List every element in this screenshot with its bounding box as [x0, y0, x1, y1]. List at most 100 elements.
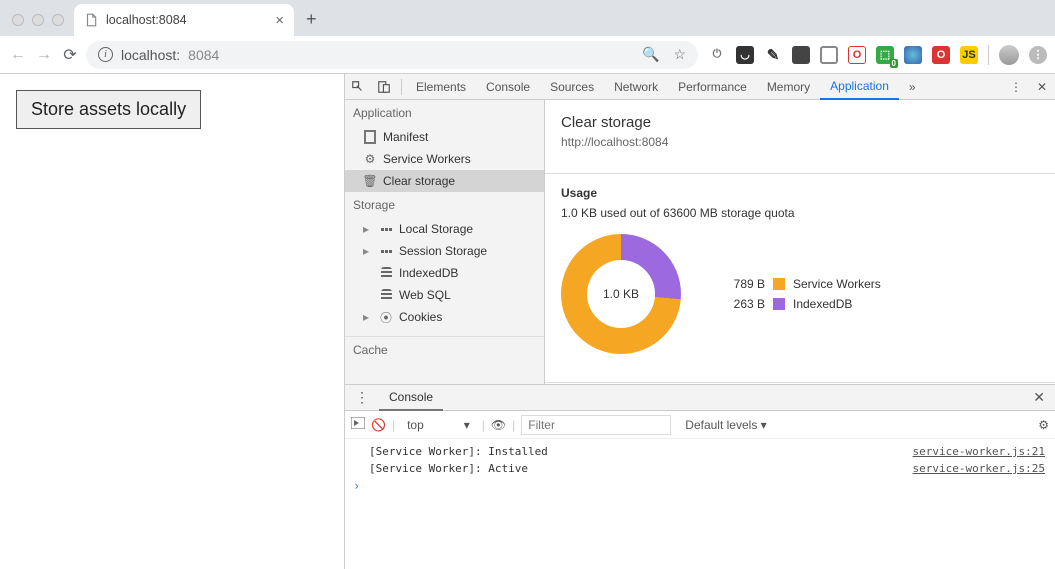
sidebar-item-label: Web SQL — [399, 288, 451, 302]
expand-caret-icon[interactable]: ▸ — [363, 244, 373, 258]
window-controls — [8, 14, 74, 36]
sidebar-item-label: IndexedDB — [399, 266, 458, 280]
pocket-icon[interactable]: ◡ — [736, 46, 754, 64]
expand-caret-icon[interactable]: ▸ — [363, 310, 373, 324]
console-row: [Service Worker]: Active service-worker.… — [345, 460, 1055, 477]
browser-tab[interactable]: localhost:8084 × — [74, 4, 294, 36]
ext-badge-icon[interactable]: ⬚0 — [876, 46, 894, 64]
log-levels-selector[interactable]: Default levels ▾ — [685, 418, 766, 432]
ext-icon-3[interactable] — [904, 46, 922, 64]
js-icon[interactable]: JS — [960, 46, 978, 64]
back-button[interactable]: ← — [8, 45, 28, 65]
console-message: [Service Worker]: Active — [369, 462, 528, 475]
chart-legend: 789 B Service Workers 263 B IndexedDB — [717, 274, 881, 314]
database-icon — [379, 288, 393, 302]
url-port: 8084 — [188, 47, 219, 63]
live-expression-icon[interactable]: 👁 — [491, 418, 506, 432]
console-sidebar-toggle-icon[interactable] — [351, 417, 365, 432]
usage-summary: 1.0 KB used out of 63600 MB storage quot… — [561, 206, 1039, 220]
console-message: [Service Worker]: Installed — [369, 445, 548, 458]
browser-chrome: localhost:8084 × + ← → ⟳ i localhost:808… — [0, 0, 1055, 74]
power-icon[interactable]: ⏻ — [708, 46, 726, 64]
sidebar-item-session-storage[interactable]: ▸ Session Storage — [345, 240, 544, 262]
legend-swatch — [773, 278, 785, 290]
expand-caret-icon — [363, 288, 373, 302]
dropper-icon[interactable]: ✎ — [764, 46, 782, 64]
profile-avatar[interactable] — [999, 45, 1019, 65]
drawer-tab-console[interactable]: Console — [379, 385, 443, 411]
sidebar-item-label: Local Storage — [399, 222, 473, 236]
context-selector[interactable]: top▾ — [401, 418, 476, 432]
console-prompt[interactable]: › — [345, 477, 1055, 495]
drawer-menu-icon[interactable]: ⋮ — [345, 389, 379, 406]
new-tab-button[interactable]: + — [294, 9, 329, 36]
menu-icon[interactable]: ⋮ — [1029, 46, 1047, 64]
legend-value: 263 B — [717, 297, 765, 311]
tab-overflow[interactable]: » — [899, 74, 926, 100]
forward-button[interactable]: → — [34, 45, 54, 65]
bookmark-icon[interactable]: ☆ — [673, 46, 686, 63]
sidebar-section-application: Application — [345, 100, 544, 126]
sidebar-item-service-workers[interactable]: ⚙ Service Workers — [345, 148, 544, 170]
url-input[interactable]: i localhost: 8084 🔍 ☆ — [86, 41, 698, 69]
devtools-close-icon[interactable]: ✕ — [1029, 80, 1055, 94]
maximize-window-icon[interactable] — [52, 14, 64, 26]
console-source-link[interactable]: service-worker.js:25 — [913, 462, 1045, 475]
close-window-icon[interactable] — [12, 14, 24, 26]
sidebar-item-indexeddb[interactable]: IndexedDB — [345, 262, 544, 284]
minimize-window-icon[interactable] — [32, 14, 44, 26]
console-drawer: ⋮ Console ✕ 🚫 | top▾ | 👁 | Default level… — [345, 384, 1055, 569]
ext-icon-2[interactable] — [820, 46, 838, 64]
tab-sources[interactable]: Sources — [540, 74, 604, 100]
sidebar-item-manifest[interactable]: Manifest — [345, 126, 544, 148]
legend-row: 789 B Service Workers — [717, 274, 881, 294]
sidebar-section-storage: Storage — [345, 192, 544, 218]
legend-label: IndexedDB — [793, 297, 852, 311]
console-source-link[interactable]: service-worker.js:21 — [913, 445, 1045, 458]
tab-network[interactable]: Network — [604, 74, 668, 100]
legend-row: 263 B IndexedDB — [717, 294, 881, 314]
sidebar-item-local-storage[interactable]: ▸ Local Storage — [345, 218, 544, 240]
tab-elements[interactable]: Elements — [406, 74, 476, 100]
adblock-icon[interactable]: O — [848, 46, 866, 64]
usage-heading: Usage — [561, 186, 1039, 200]
url-host: localhost: — [121, 47, 180, 63]
console-output: [Service Worker]: Installed service-work… — [345, 439, 1055, 569]
legend-label: Service Workers — [793, 277, 881, 291]
opera-icon[interactable]: O — [932, 46, 950, 64]
tab-close-icon[interactable]: × — [275, 12, 284, 29]
console-settings-icon[interactable]: ⚙ — [1038, 418, 1049, 432]
device-toggle-icon[interactable] — [371, 80, 397, 94]
zoom-icon[interactable]: 🔍 — [642, 46, 659, 63]
clear-console-icon[interactable]: 🚫 — [371, 418, 386, 432]
file-icon — [84, 13, 98, 27]
tab-performance[interactable]: Performance — [668, 74, 757, 100]
ext-icon-1[interactable] — [792, 46, 810, 64]
drawer-close-icon[interactable]: ✕ — [1023, 389, 1055, 406]
store-assets-button[interactable]: Store assets locally — [16, 90, 201, 129]
devtools-menu-icon[interactable]: ⋮ — [1003, 80, 1029, 94]
console-filter-input[interactable] — [521, 415, 671, 435]
inspect-icon[interactable] — [345, 80, 371, 94]
gear-icon: ⚙ — [363, 152, 377, 166]
tab-application[interactable]: Application — [820, 74, 899, 100]
sidebar-item-label: Manifest — [383, 130, 428, 144]
extensions: ⏻ ◡ ✎ O ⬚0 O JS ⋮ — [704, 45, 1047, 65]
grid-icon — [379, 244, 393, 258]
expand-caret-icon — [363, 266, 373, 280]
sidebar-item-label: Cookies — [399, 310, 442, 324]
expand-caret-icon[interactable]: ▸ — [363, 222, 373, 236]
origin-url: http://localhost:8084 — [561, 135, 1039, 149]
tab-console[interactable]: Console — [476, 74, 540, 100]
grid-icon — [379, 222, 393, 236]
sidebar-item-websql[interactable]: Web SQL — [345, 284, 544, 306]
usage-donut-chart: 1.0 KB — [561, 234, 681, 354]
page-title: Clear storage — [561, 114, 1039, 131]
address-bar: ← → ⟳ i localhost: 8084 🔍 ☆ ⏻ ◡ ✎ O ⬚0 O … — [0, 36, 1055, 74]
sidebar-item-clear-storage[interactable]: 🗑 Clear storage — [345, 170, 544, 192]
trash-icon: 🗑 — [363, 174, 377, 188]
tab-memory[interactable]: Memory — [757, 74, 820, 100]
sidebar-item-cookies[interactable]: ▸ ⦿ Cookies — [345, 306, 544, 328]
reload-button[interactable]: ⟳ — [60, 45, 80, 65]
site-info-icon[interactable]: i — [98, 47, 113, 62]
